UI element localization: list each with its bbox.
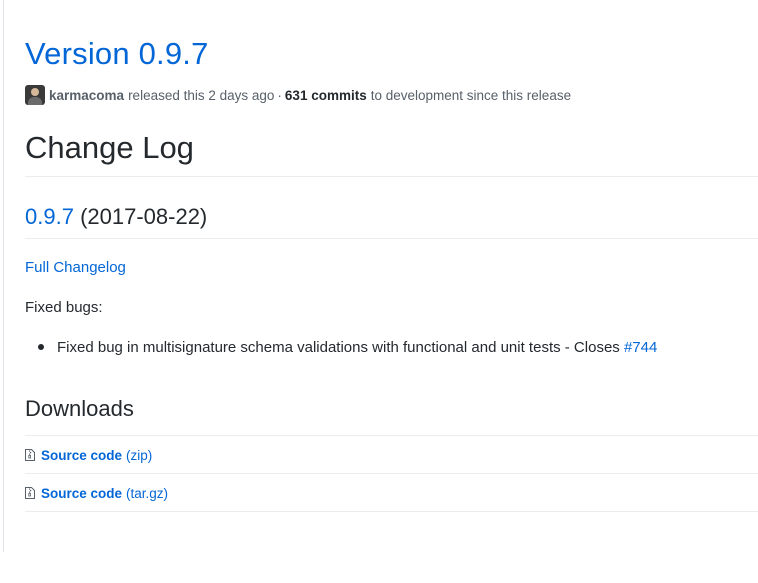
downloads-heading: Downloads	[25, 396, 134, 421]
author-link[interactable]: karmacoma	[49, 88, 124, 103]
divider	[25, 238, 758, 239]
released-text: released this 2 days ago	[128, 87, 275, 103]
download-targz[interactable]: Source code (tar.gz)	[25, 483, 168, 503]
issue-link[interactable]: #744	[624, 339, 657, 356]
avatar[interactable]	[25, 85, 45, 105]
bullet-icon	[38, 344, 44, 351]
fixed-bugs-label: Fixed bugs:	[25, 299, 103, 316]
commits-suffix: to development since this release	[370, 87, 572, 103]
release-page: Version 0.9.7 karmacoma released this 2 …	[0, 0, 758, 583]
version-link[interactable]: 0.9.7	[25, 204, 74, 229]
timeline-line	[3, 0, 4, 552]
download-format[interactable]: (zip)	[126, 448, 152, 463]
full-changelog-link[interactable]: Full Changelog	[25, 258, 126, 278]
divider	[25, 176, 758, 177]
meta-separator: ·	[277, 87, 282, 103]
download-label[interactable]: Source code	[41, 486, 122, 501]
divider	[25, 511, 758, 512]
download-zip[interactable]: Source code (zip)	[25, 445, 152, 465]
file-zip-icon	[25, 449, 35, 461]
list-item: Fixed bug in multisignature schema valid…	[38, 338, 657, 358]
file-zip-icon	[25, 487, 35, 499]
release-title-link[interactable]: Version 0.9.7	[25, 34, 209, 74]
divider	[25, 435, 758, 436]
download-format[interactable]: (tar.gz)	[126, 486, 168, 501]
release-meta: karmacoma released this 2 days ago · 631…	[25, 85, 571, 105]
commits-link[interactable]: 631 commits	[285, 88, 367, 103]
bug-text: Fixed bug in multisignature schema valid…	[57, 339, 620, 356]
divider	[25, 473, 758, 474]
download-label[interactable]: Source code	[41, 448, 122, 463]
changelog-heading: Change Log	[25, 130, 194, 165]
version-heading: 0.9.7 (2017-08-22)	[25, 202, 207, 232]
version-date: (2017-08-22)	[80, 204, 208, 229]
